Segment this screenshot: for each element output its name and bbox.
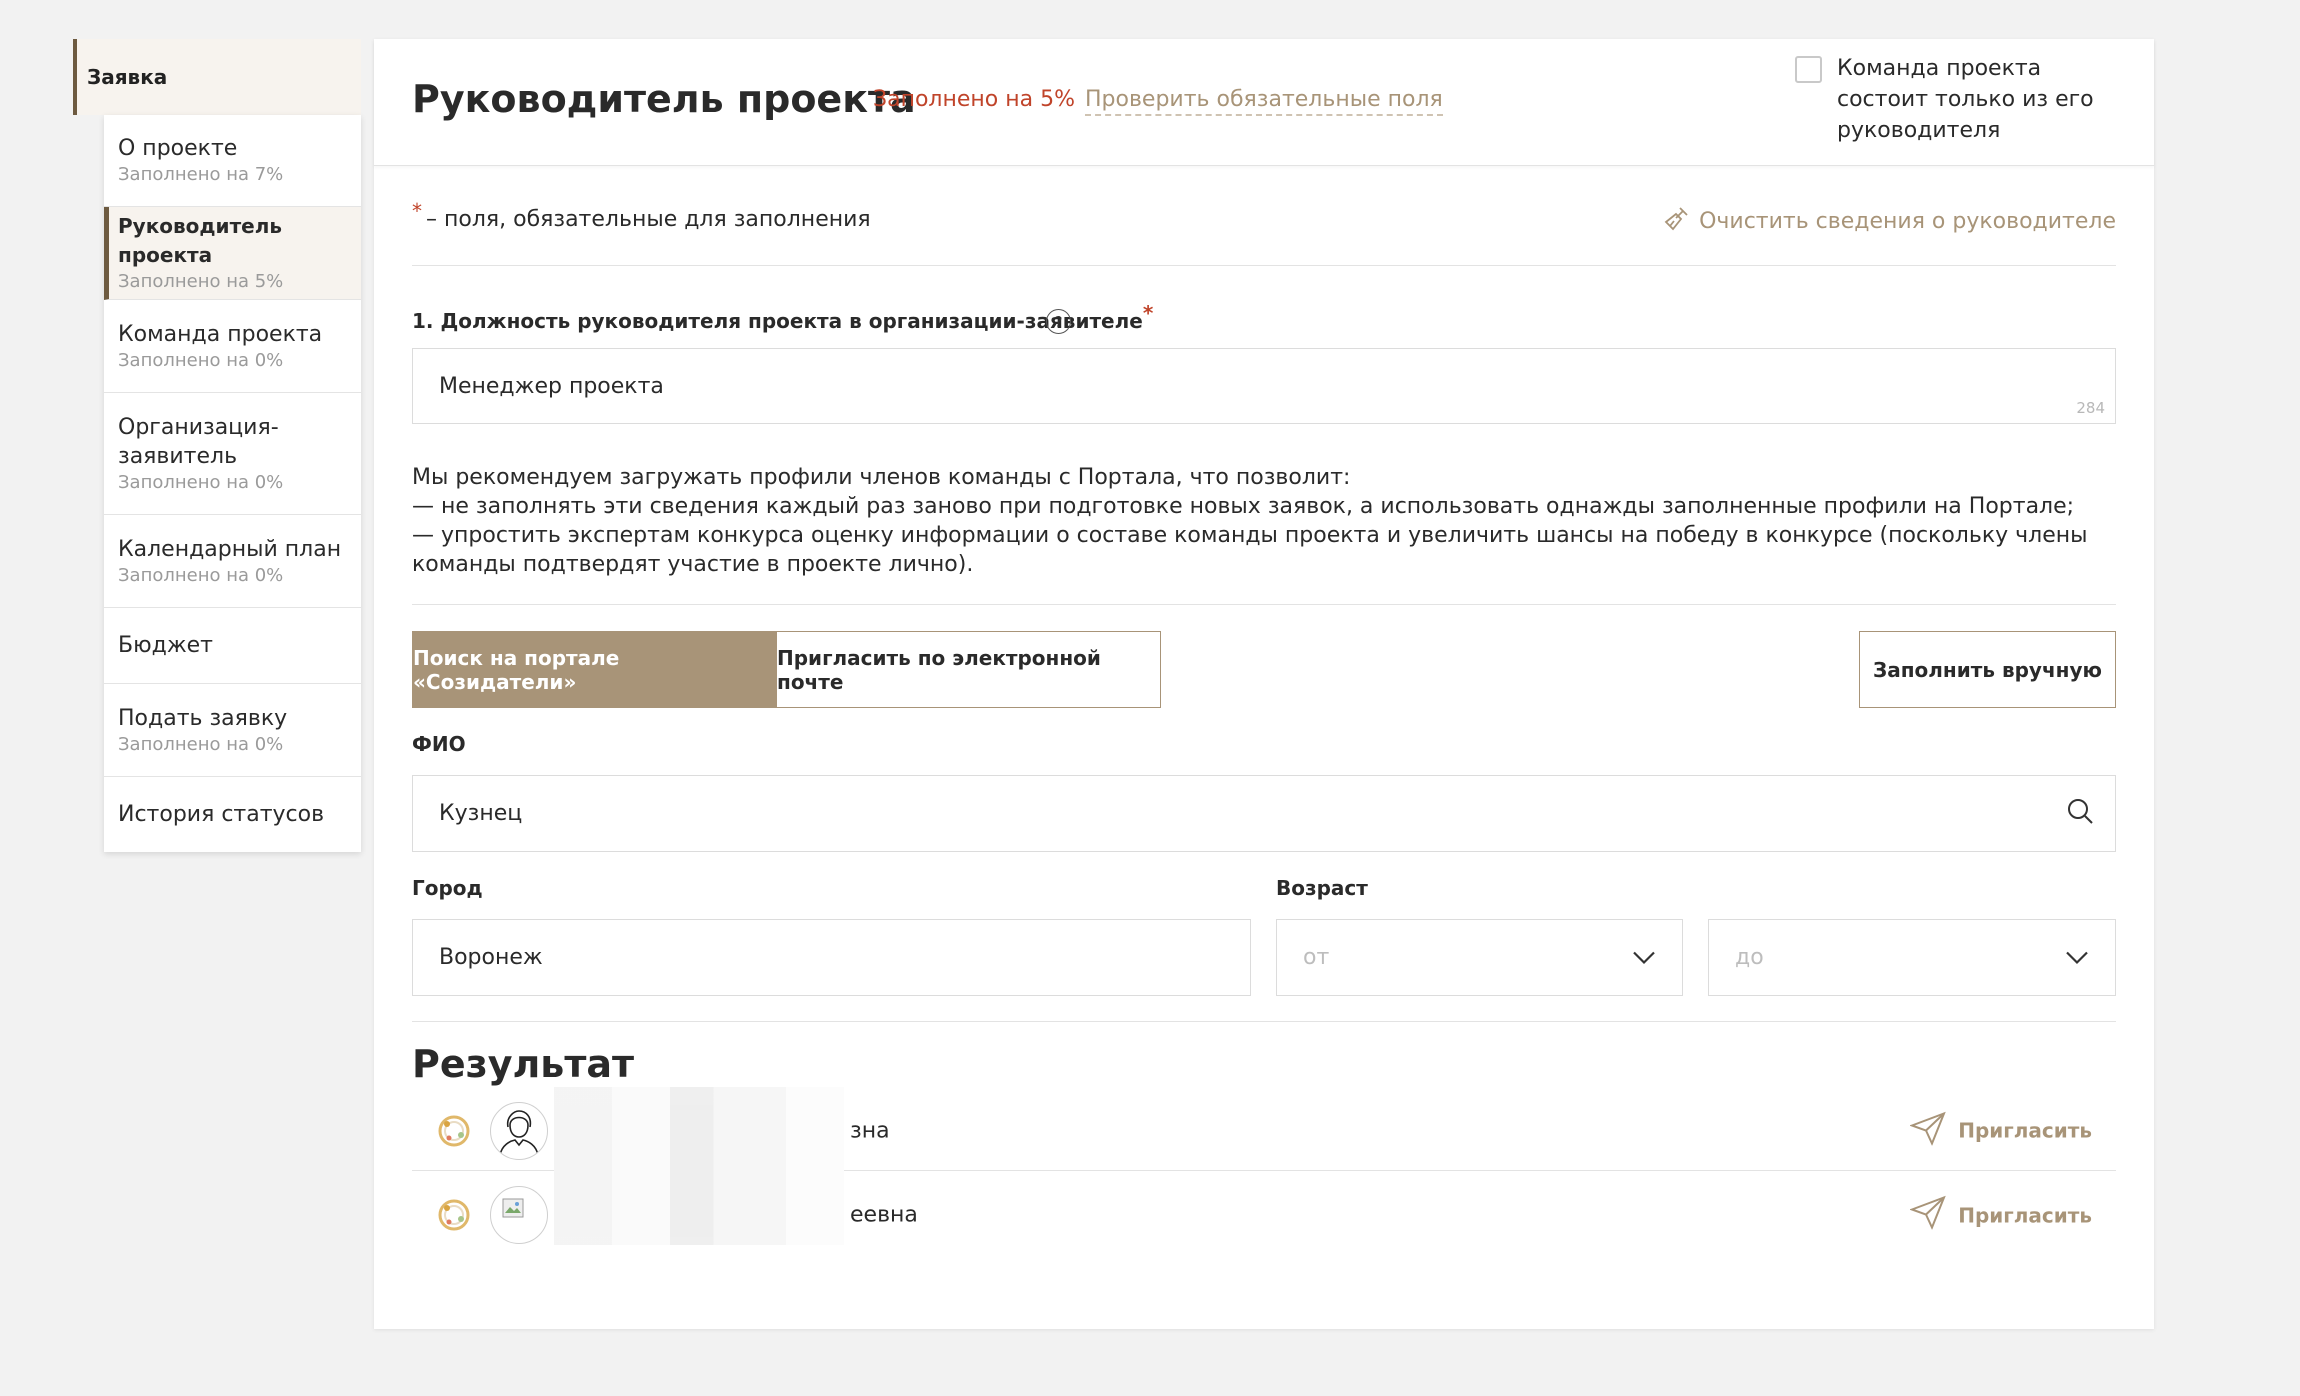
divider [412, 265, 2116, 266]
sidebar-nav: О проекте Заполнено на 7% Руководитель п… [104, 115, 361, 852]
required-star: * [1142, 301, 1154, 325]
search-icon[interactable] [2065, 796, 2095, 832]
sidebar-item-progress: Заполнено на 0% [118, 471, 284, 493]
broom-icon [1663, 204, 1691, 238]
sidebar-header-label: Заявка [87, 65, 168, 89]
result-row[interactable]: еевна Пригласить [412, 1105, 2116, 1255]
position-label: 1. Должность руководителя проекта в орга… [412, 301, 1153, 333]
divider [412, 604, 2116, 605]
page-title: Руководитель проекта [412, 77, 916, 121]
sidebar-item-label: История статусов [118, 802, 325, 827]
team-only-leader-label: Команда проекта состоит только из его ру… [1837, 56, 2094, 143]
invite-button[interactable]: Пригласить [1909, 1195, 2092, 1235]
position-input[interactable]: Менеджер проекта 284 [412, 348, 2116, 424]
required-note: * – поля, обязательные для заполнения [412, 199, 871, 232]
fill-manually-button[interactable]: Заполнить вручную [1859, 631, 2116, 708]
check-required-link[interactable]: Проверить обязательные поля [1085, 87, 1443, 116]
sidebar-item-organization[interactable]: Организация-заявитель Заполнено на 0% [104, 393, 294, 514]
sidebar-item-progress: Заполнено на 0% [118, 733, 284, 755]
fio-label: ФИО [412, 732, 466, 756]
results-title: Результат [412, 1042, 635, 1086]
required-star: * [412, 199, 422, 223]
card-header: Руководитель проекта Заполнено на 5% Про… [374, 39, 2154, 166]
person-name: зна [850, 1118, 890, 1143]
person-name: еевна [850, 1202, 918, 1228]
recommendation-text: Мы рекомендуем загружать профили членов … [412, 463, 2116, 579]
avatar-broken-image [490, 1186, 548, 1244]
portal-status-icon [436, 1113, 472, 1149]
sidebar-item-leader[interactable]: Руководитель проекта Заполнено на 5% [104, 207, 361, 300]
sidebar-item-progress: Заполнено на 5% [118, 271, 284, 292]
sidebar-item-calendar[interactable]: Календарный план Заполнено на 0% [104, 515, 361, 608]
main-card: Руководитель проекта Заполнено на 5% Про… [374, 39, 2154, 1329]
city-input[interactable]: Воронеж [412, 919, 1251, 996]
clear-leader-label: Очистить сведения о руководителе [1699, 208, 2116, 234]
sidebar-item-team[interactable]: Команда проекта Заполнено на 0% [104, 300, 361, 393]
sidebar-item-submit[interactable]: Подать заявку Заполнено на 0% [104, 684, 361, 777]
recommendation-line: — упростить экспертам конкурса оценку ин… [412, 523, 2088, 577]
age-from-select[interactable]: от [1276, 919, 1683, 996]
tab-email-invite[interactable]: Пригласить по электронной почте [777, 631, 1161, 708]
age-to-select[interactable]: до [1708, 919, 2116, 996]
sidebar-item-label: Бюджет [118, 633, 213, 658]
position-label-text: 1. Должность руководителя проекта в орга… [412, 309, 1143, 333]
invite-button[interactable]: Пригласить [1909, 1111, 2092, 1150]
clear-leader-link[interactable]: Очистить сведения о руководителе [1663, 204, 2116, 238]
fio-search-input[interactable]: Кузнец [412, 775, 2116, 852]
sidebar-header[interactable]: Заявка [73, 39, 361, 115]
sidebar-item-progress: Заполнено на 7% [118, 164, 284, 185]
recommendation-line: Мы рекомендуем загружать профили членов … [412, 465, 1351, 490]
sidebar-item-status-history[interactable]: История статусов [104, 777, 361, 852]
fio-value: Кузнец [439, 801, 523, 826]
sidebar-item-label: Календарный план [118, 536, 342, 562]
age-from-placeholder: от [1303, 945, 1330, 970]
invite-label: Пригласить [1958, 1118, 2092, 1143]
sidebar-item-label: О проекте [118, 136, 238, 161]
sidebar-item-label: Организация-заявитель [118, 414, 279, 469]
team-only-leader-checkbox[interactable] [1795, 56, 1822, 83]
tab-portal-search[interactable]: Поиск на портале «Созидатели» [412, 631, 777, 708]
sidebar-item-label: Команда проекта [118, 321, 323, 347]
divider [412, 1021, 2116, 1022]
sidebar-item-about[interactable]: О проекте Заполнено на 7% [104, 115, 361, 207]
city-label: Город [412, 876, 483, 900]
help-icon[interactable]: ? [1046, 309, 1071, 334]
invite-label: Пригласить [1958, 1203, 2092, 1227]
age-to-placeholder: до [1735, 945, 1764, 970]
avatar [490, 1101, 548, 1160]
fill-status: Заполнено на 5% [873, 87, 1076, 112]
chevron-down-icon [2065, 945, 2089, 970]
age-label: Возраст [1276, 876, 1368, 900]
sidebar-item-progress: Заполнено на 0% [118, 349, 284, 371]
chevron-down-icon [1632, 945, 1656, 970]
sidebar-item-budget[interactable]: Бюджет [104, 608, 361, 684]
position-value: Менеджер проекта [439, 373, 664, 399]
portal-status-icon [436, 1197, 472, 1233]
recommendation-line: — не заполнять эти сведения каждый раз з… [412, 494, 2075, 519]
required-note-text: – поля, обязательные для заполнения [426, 207, 871, 232]
redacted-name-block [554, 1105, 844, 1245]
search-mode-tabs: Поиск на портале «Созидатели» Пригласить… [412, 631, 1161, 708]
sidebar-item-progress: Заполнено на 0% [118, 564, 284, 586]
sidebar-item-label: Подать заявку [118, 705, 288, 731]
send-icon [1909, 1195, 1946, 1235]
sidebar-item-label: Руководитель проекта [118, 214, 283, 267]
city-value: Воронеж [439, 945, 543, 970]
send-icon [1909, 1111, 1946, 1150]
char-counter: 284 [2076, 399, 2105, 417]
